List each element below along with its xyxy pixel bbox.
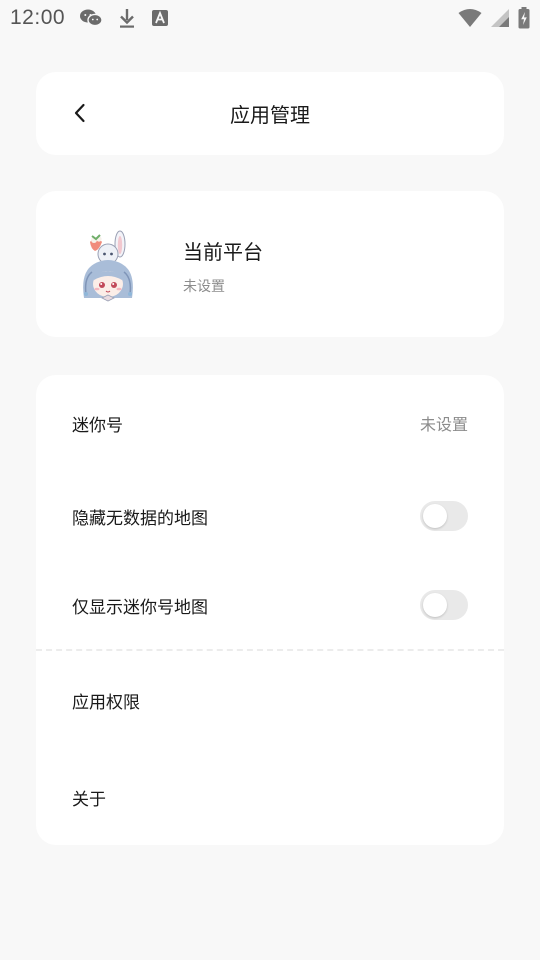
- platform-subtitle: 未设置: [183, 279, 225, 295]
- platform-title: 当前平台: [183, 240, 263, 264]
- download-icon: [120, 9, 135, 28]
- wifi-icon: [458, 9, 482, 27]
- permissions-row[interactable]: 应用权限: [36, 651, 504, 749]
- permissions-label: 应用权限: [72, 692, 140, 713]
- status-bar: 12:00: [0, 0, 540, 36]
- page-title: 应用管理: [230, 103, 310, 127]
- toggle-knob: [423, 504, 447, 528]
- hide-empty-maps-label: 隐藏无数据的地图: [72, 508, 208, 529]
- hide-empty-maps-toggle[interactable]: [420, 501, 468, 531]
- status-left-icons: [79, 7, 169, 29]
- mini-id-label: 迷你号: [72, 415, 123, 436]
- only-mini-maps-row[interactable]: 仅显示迷你号地图: [36, 561, 504, 649]
- status-time: 12:00: [10, 6, 66, 29]
- signal-icon: [491, 9, 509, 27]
- avatar: [83, 230, 133, 302]
- chevron-left-icon: [74, 103, 85, 123]
- battery-charging-icon: [518, 7, 530, 29]
- hide-empty-maps-row[interactable]: 隐藏无数据的地图: [36, 471, 504, 561]
- wechat-icon: [80, 9, 103, 27]
- about-label: 关于: [72, 789, 106, 810]
- mini-id-value: 未设置: [419, 415, 468, 434]
- status-right-icons: [458, 7, 530, 29]
- back-button[interactable]: [60, 92, 100, 134]
- text-a-icon: [152, 10, 169, 26]
- only-mini-maps-toggle[interactable]: [420, 590, 468, 620]
- header-card: 应用管理: [36, 72, 504, 155]
- only-mini-maps-label: 仅显示迷你号地图: [72, 597, 208, 618]
- mini-id-row[interactable]: 迷你号 未设置: [36, 375, 504, 471]
- toggle-knob: [423, 593, 447, 617]
- about-row[interactable]: 关于: [36, 749, 504, 845]
